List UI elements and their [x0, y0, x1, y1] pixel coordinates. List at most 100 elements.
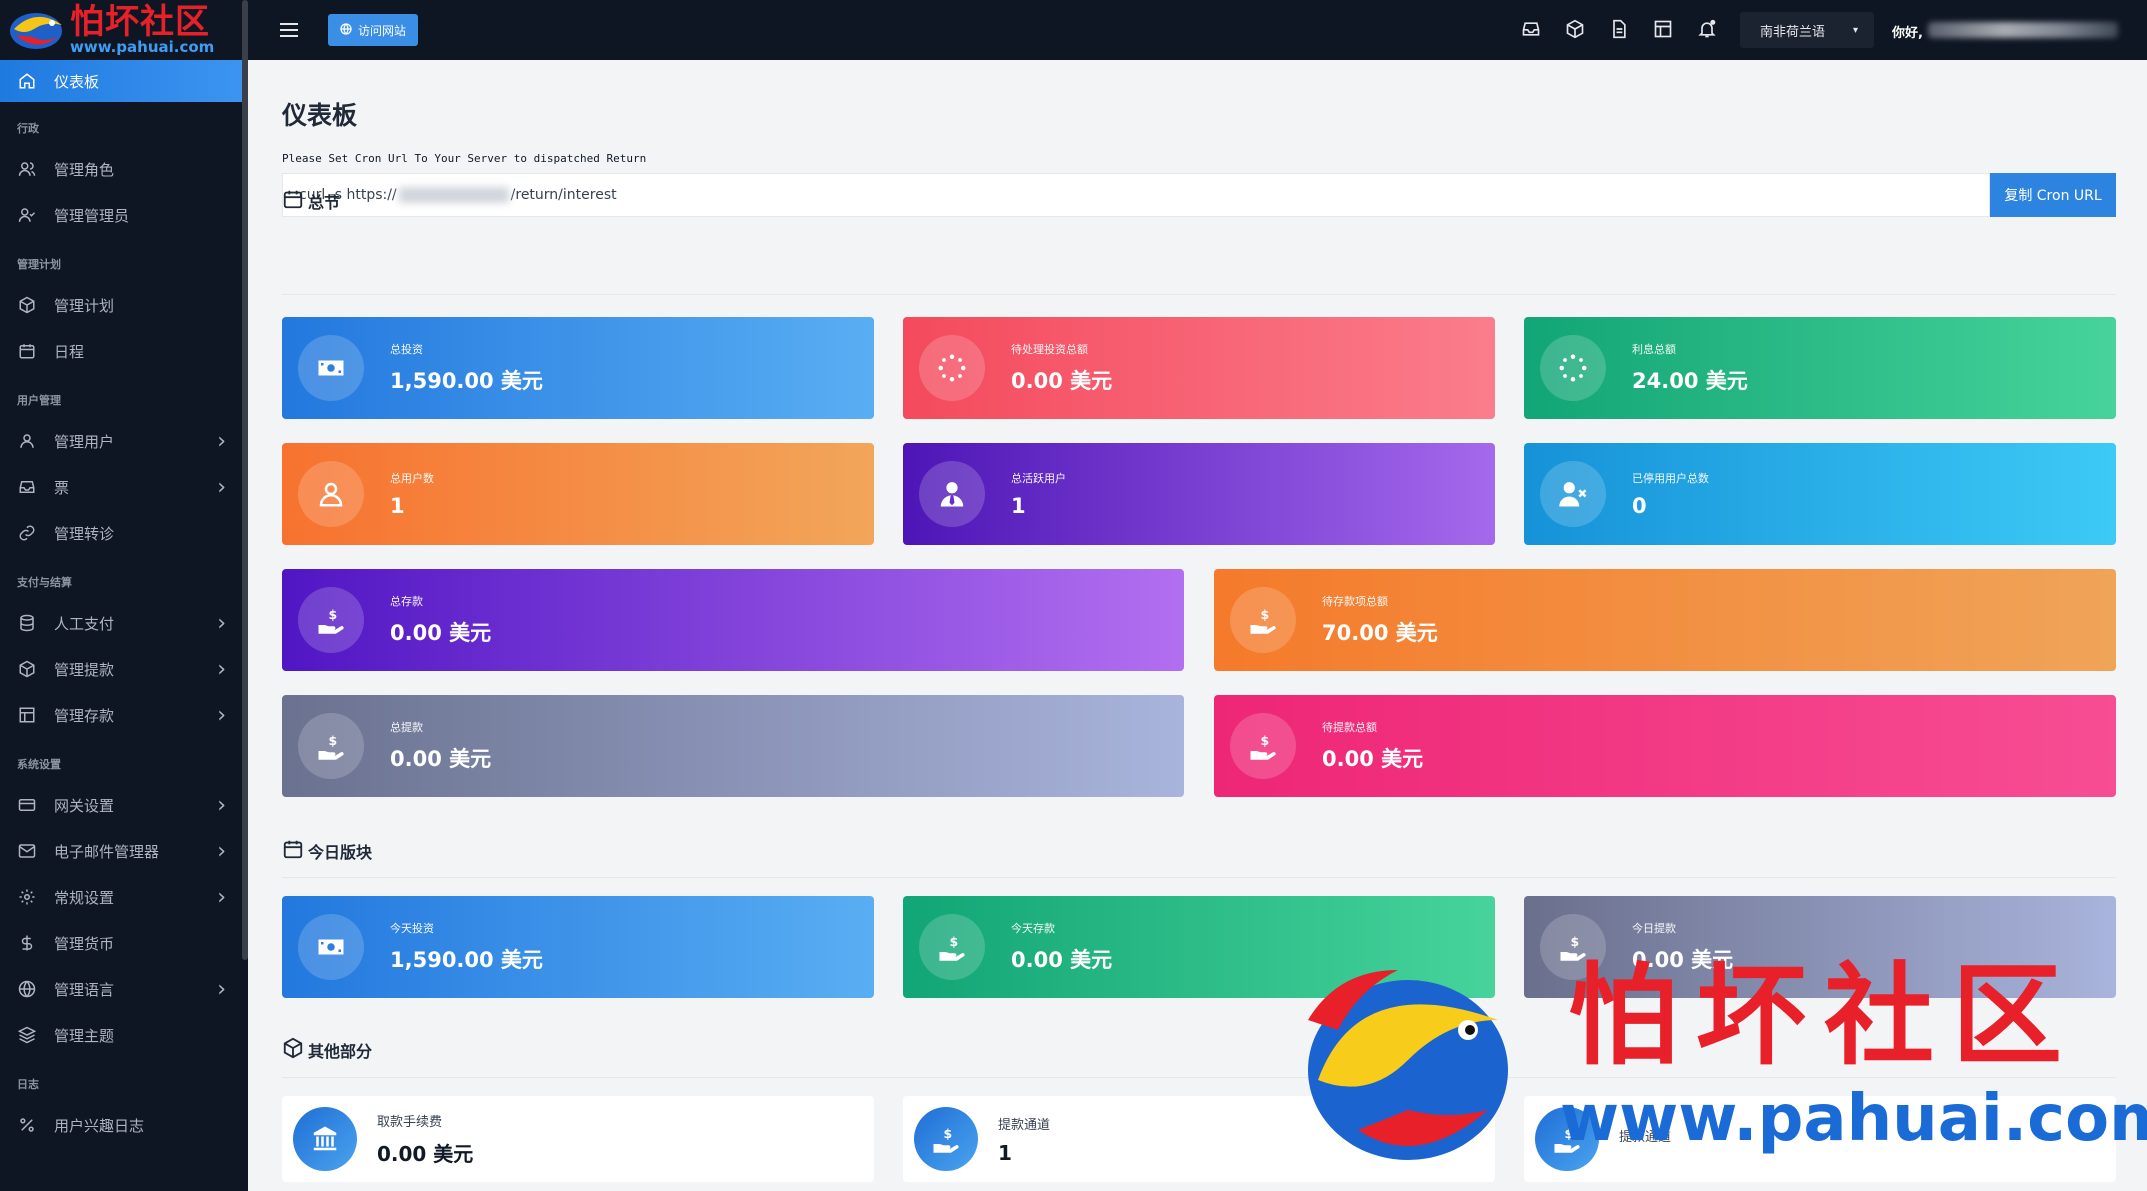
sidebar-item[interactable]: 管理用户 ›	[0, 418, 248, 464]
sidebar-item[interactable]: 网关设置 ›	[0, 782, 248, 828]
stat-value: 1	[1011, 494, 1026, 518]
hand-dollar-icon: $	[914, 1107, 978, 1171]
credit-card-icon	[18, 796, 36, 814]
layers-icon	[18, 1026, 36, 1044]
section-other-title: 其他部分	[282, 1037, 372, 1063]
sidebar-item-label: 人工支付	[54, 614, 115, 633]
user-x-icon	[1540, 461, 1606, 527]
home-icon	[18, 72, 36, 90]
chevron-right-icon: ›	[217, 656, 226, 682]
stat-card[interactable]: 总活跃用户 1	[903, 443, 1495, 545]
sidebar-item[interactable]: 管理计划	[0, 282, 248, 328]
sidebar-item[interactable]: 管理角色	[0, 146, 248, 192]
hand-dollar-icon: $	[1535, 1107, 1599, 1171]
language-select[interactable]: 南非荷兰语 ▾	[1740, 12, 1874, 48]
stat-label: 已停用用户总数	[1632, 472, 1709, 485]
stat-card[interactable]: $ 今日提款 0.00 美元	[1524, 896, 2116, 998]
copy-cron-url-button[interactable]: 复制 Cron URL	[1990, 173, 2116, 217]
link-icon	[18, 524, 36, 542]
stat-card[interactable]: $ 总存款 0.00 美元	[282, 569, 1184, 671]
user-greeting[interactable]: 你好,	[1892, 22, 1923, 41]
logo[interactable]: 怕坏社区 www.pahuai.com	[0, 0, 248, 60]
hand-dollar-icon: $	[1540, 914, 1606, 980]
box-icon	[18, 660, 36, 678]
svg-text:$: $	[1261, 607, 1270, 622]
stat-value: 0.00 美元	[1011, 948, 1113, 972]
stat-label: 总提款	[390, 721, 423, 734]
stat-value: 0.00 美元	[390, 747, 492, 771]
sidebar-section-title: 管理计划	[17, 258, 61, 271]
user-tie-icon	[919, 461, 985, 527]
sidebar-item[interactable]: 管理存款 ›	[0, 692, 248, 738]
stat-value: 0.00 美元	[1011, 369, 1113, 393]
stat-card[interactable]: $ 总提款 0.00 美元	[282, 695, 1184, 797]
stat-value: 1,590.00 美元	[390, 948, 543, 972]
sidebar-item-label: 日程	[54, 342, 85, 361]
info-card[interactable]: $ 提款通道	[1524, 1096, 2116, 1182]
stat-card[interactable]: 已停用用户总数 0	[1524, 443, 2116, 545]
sidebar-item[interactable]: 电子邮件管理器 ›	[0, 828, 248, 874]
sidebar-item[interactable]: 人工支付 ›	[0, 600, 248, 646]
menu-toggle-icon[interactable]	[280, 23, 298, 37]
stat-card[interactable]: $ 今天存款 0.00 美元	[903, 896, 1495, 998]
info-card[interactable]: 取款手续费 0.00 美元	[282, 1096, 874, 1182]
hand-dollar-icon: $	[919, 914, 985, 980]
sidebar-item-label: 管理管理员	[54, 206, 130, 225]
chevron-right-icon: ›	[217, 702, 226, 728]
section-summary-title: 总节	[282, 188, 340, 214]
stat-card[interactable]: 今天投资 1,590.00 美元	[282, 896, 874, 998]
stat-label: 总存款	[390, 595, 423, 608]
cron-url-field[interactable]: curl -s https:// /return/interest	[282, 173, 1990, 217]
topbar: 访问网站 南非荷兰语 ▾ 你好,	[248, 0, 2147, 60]
sidebar-item-dashboard[interactable]: 仪表板	[0, 60, 248, 102]
stat-card[interactable]: $ 待存款项总额 70.00 美元	[1214, 569, 2116, 671]
sidebar-item[interactable]: 日程	[0, 328, 248, 374]
stat-card[interactable]: 利息总额 24.00 美元	[1524, 317, 2116, 419]
stat-label: 今天投资	[390, 922, 434, 935]
sidebar-item[interactable]: 管理提款 ›	[0, 646, 248, 692]
box-icon	[282, 1037, 304, 1063]
stat-value: 1,590.00 美元	[390, 369, 543, 393]
info-value: 0.00 美元	[377, 1142, 474, 1166]
cron-url-redacted	[398, 187, 509, 203]
info-card[interactable]: $ 提款通道 1	[903, 1096, 1495, 1182]
sidebar-item[interactable]: 管理语言 ›	[0, 966, 248, 1012]
layout-icon	[18, 706, 36, 724]
section-divider	[282, 1077, 2116, 1078]
svg-text:$: $	[1571, 934, 1580, 949]
sidebar-item-label: 电子邮件管理器	[54, 842, 160, 861]
loader-icon	[1540, 335, 1606, 401]
sidebar-section-title: 行政	[17, 122, 39, 135]
stat-value: 0.00 美元	[390, 621, 492, 645]
sidebar-section-title: 日志	[17, 1078, 39, 1091]
svg-text:$: $	[329, 607, 338, 622]
money-icon	[298, 335, 364, 401]
stat-card[interactable]: 总用户数 1	[282, 443, 874, 545]
globe-icon	[18, 980, 36, 998]
box-icon[interactable]	[1564, 18, 1586, 40]
stat-value: 0	[1632, 494, 1647, 518]
cron-note: Please Set Cron Url To Your Server to di…	[282, 152, 647, 165]
layout-icon[interactable]	[1652, 18, 1674, 40]
stat-label: 利息总额	[1632, 343, 1676, 356]
stat-card[interactable]: 总投资 1,590.00 美元	[282, 317, 874, 419]
section-today-label: 今日版块	[308, 843, 373, 862]
sidebar-item-label: 管理提款	[54, 660, 115, 679]
visit-site-button[interactable]: 访问网站	[328, 14, 419, 46]
sidebar-item[interactable]: 常规设置 ›	[0, 874, 248, 920]
stat-card[interactable]: 待处理投资总额 0.00 美元	[903, 317, 1495, 419]
loader-icon	[919, 335, 985, 401]
sidebar-item-label: 管理货币	[54, 934, 115, 953]
sidebar-item[interactable]: 管理管理员	[0, 192, 248, 238]
hand-dollar-icon: $	[298, 587, 364, 653]
sidebar-item[interactable]: 票 ›	[0, 464, 248, 510]
sidebar-item[interactable]: 管理货币	[0, 920, 248, 966]
sidebar-item[interactable]: 用户兴趣日志	[0, 1102, 248, 1148]
bell-icon[interactable]	[1696, 18, 1718, 40]
sidebar-item[interactable]: 管理主题	[0, 1012, 248, 1058]
file-icon[interactable]	[1608, 18, 1630, 40]
sidebar-item[interactable]: 管理转诊	[0, 510, 248, 556]
inbox-icon[interactable]	[1520, 18, 1542, 40]
stat-card[interactable]: $ 待提款总额 0.00 美元	[1214, 695, 2116, 797]
dollar-icon	[18, 934, 36, 952]
